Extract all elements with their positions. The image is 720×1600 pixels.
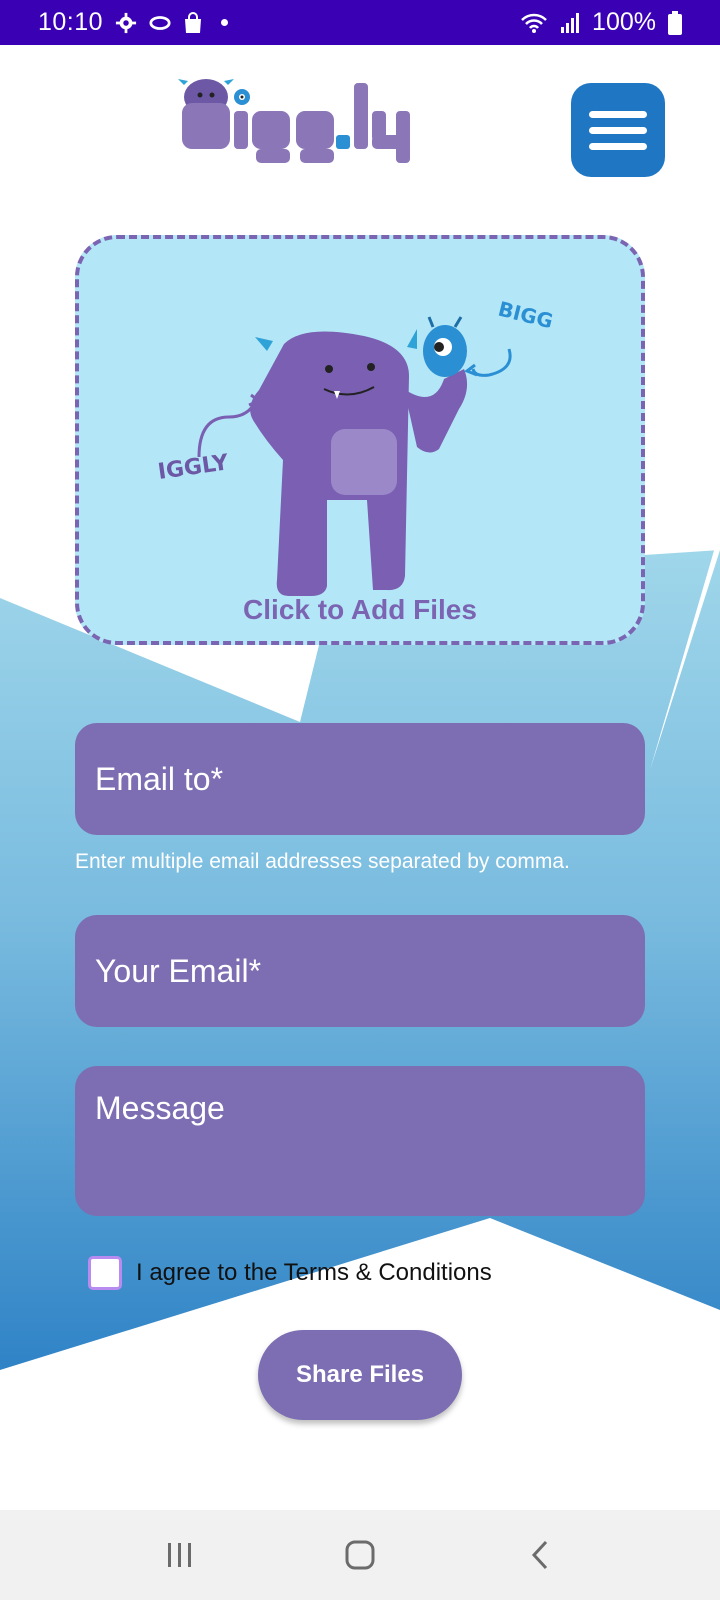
menu-button[interactable] xyxy=(571,83,665,177)
sync-icon xyxy=(149,14,171,32)
home-icon[interactable] xyxy=(330,1525,390,1585)
battery-percent: 100% xyxy=(592,8,656,36)
battery-icon xyxy=(668,10,682,35)
status-time: 10:10 xyxy=(38,8,104,36)
bigg-ly-logo[interactable] xyxy=(176,75,416,175)
signal-icon xyxy=(560,12,580,33)
wifi-icon xyxy=(520,12,548,34)
message-input[interactable] xyxy=(75,1066,645,1216)
share-files-button[interactable]: Share Files xyxy=(258,1330,462,1420)
email-to-field[interactable] xyxy=(75,723,645,835)
hamburger-menu-bar xyxy=(589,142,647,150)
terms-row: I agree to the Terms & Conditions xyxy=(88,1256,492,1290)
status-bar: 10:10 100% xyxy=(0,0,720,45)
status-right: 100% xyxy=(520,8,682,37)
hamburger-menu-bar xyxy=(589,126,647,134)
terms-checkbox[interactable] xyxy=(88,1256,122,1290)
dot-icon xyxy=(221,19,229,26)
iggly-art-text: IGGLY xyxy=(156,450,231,485)
bigg-art-text: BIGG xyxy=(496,297,556,334)
message-field[interactable] xyxy=(75,1066,645,1216)
email-to-input[interactable] xyxy=(75,723,645,835)
terms-label[interactable]: I agree to the Terms & Conditions xyxy=(136,1259,492,1287)
status-left: 10:10 xyxy=(38,8,229,37)
navigation-bar xyxy=(0,1510,720,1600)
recent-apps-icon[interactable] xyxy=(150,1525,210,1585)
upload-label: Click to Add Files xyxy=(243,594,477,625)
file-upload-area[interactable]: IGGLY BIGG Click to Add Files xyxy=(75,235,645,645)
shopping-bag-icon xyxy=(183,11,203,34)
your-email-input[interactable] xyxy=(75,915,645,1027)
email-hint: Enter multiple email addresses separated… xyxy=(75,850,570,873)
back-icon[interactable] xyxy=(510,1525,570,1585)
settings-icon xyxy=(115,12,137,34)
hamburger-menu-icon xyxy=(589,110,647,118)
header xyxy=(0,45,720,205)
monster-illustration: IGGLY BIGG xyxy=(156,297,556,596)
your-email-field[interactable] xyxy=(75,915,645,1027)
